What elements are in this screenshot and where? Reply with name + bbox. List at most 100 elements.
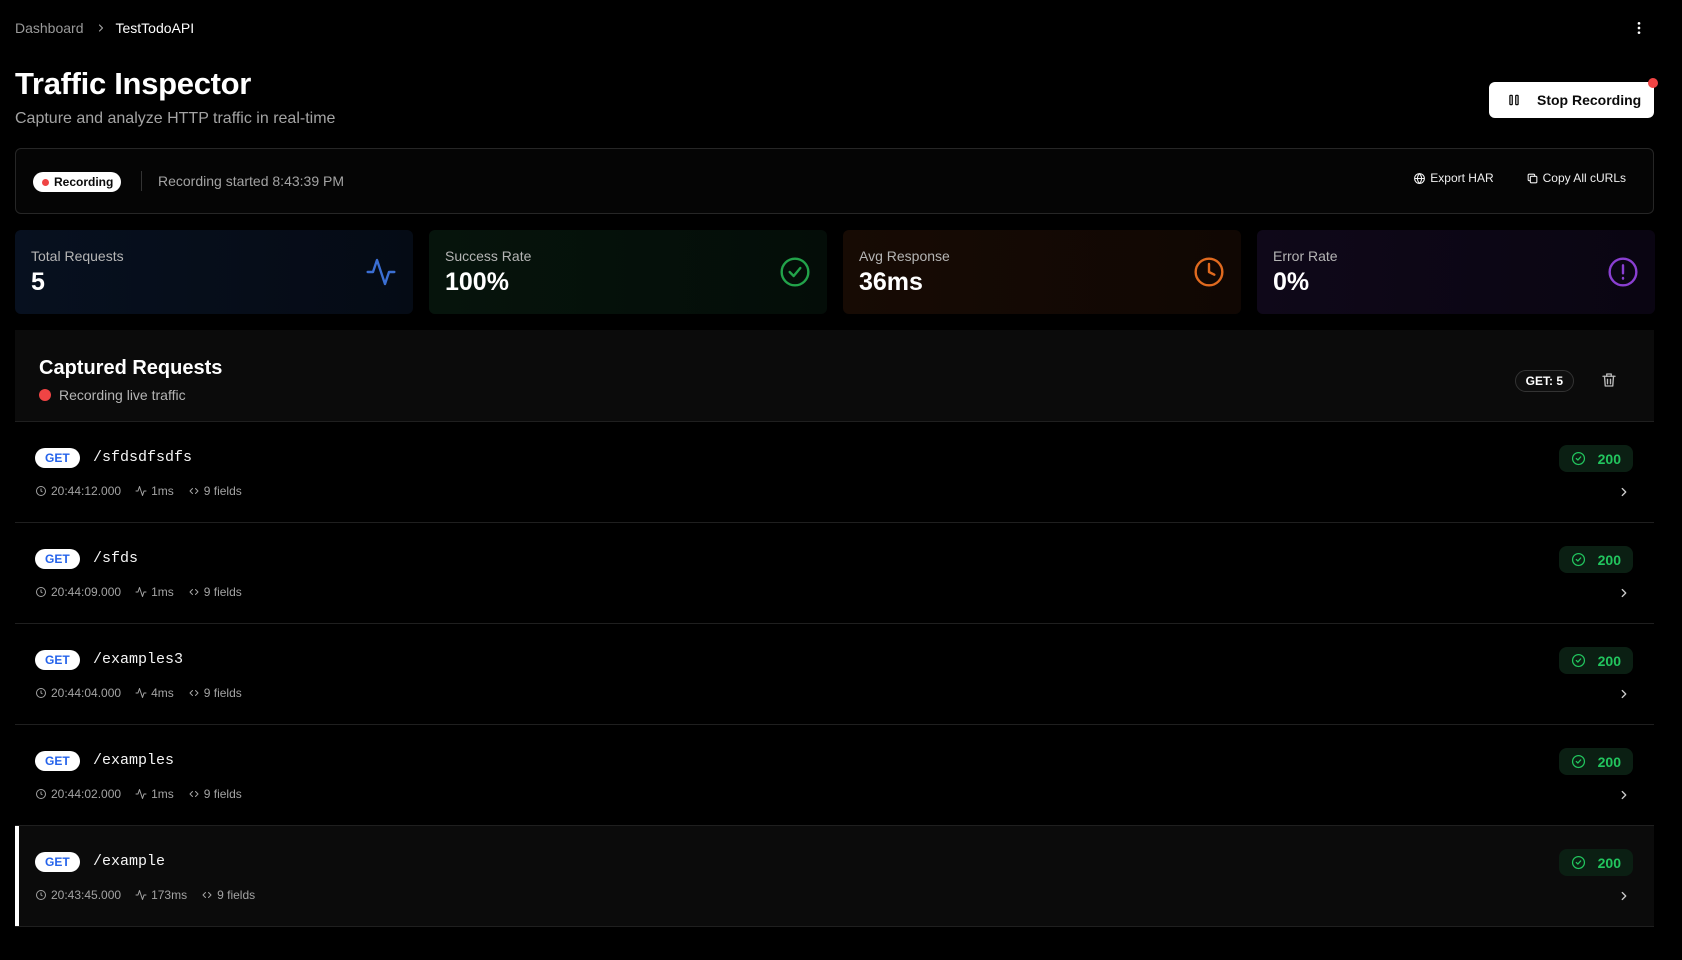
status-code: 200 <box>1597 551 1621 568</box>
breadcrumb-dashboard[interactable]: Dashboard <box>15 20 84 36</box>
stop-recording-button[interactable]: Stop Recording <box>1489 78 1658 118</box>
stat-success-rate: Success Rate 100% <box>429 230 827 314</box>
stat-label: Avg Response <box>859 248 950 264</box>
activity-icon <box>135 788 147 800</box>
stat-avg-response: Avg Response 36ms <box>843 230 1241 314</box>
request-path: /sfds <box>93 550 139 567</box>
stat-value: 0% <box>1273 268 1310 296</box>
live-status: Recording live traffic <box>39 387 186 403</box>
request-duration: 173ms <box>135 888 187 902</box>
request-duration-label: 4ms <box>151 686 174 700</box>
pause-icon <box>1507 93 1521 107</box>
check-circle-icon <box>779 256 811 288</box>
check-circle-icon <box>1571 855 1586 870</box>
stat-label: Total Requests <box>31 248 124 264</box>
request-meta: 20:44:09.000 1ms 9 fields <box>35 585 242 599</box>
recording-dot <box>42 178 49 186</box>
method-badge: GET <box>35 448 80 468</box>
request-row[interactable]: GET /examples 20:44:02.000 1ms 9 fields <box>15 725 1654 826</box>
globe-icon <box>1413 172 1426 185</box>
chevron-right-icon[interactable] <box>1617 889 1631 903</box>
request-time-label: 20:44:04.000 <box>51 686 122 700</box>
request-duration-label: 1ms <box>151 484 174 498</box>
divider <box>141 171 142 191</box>
request-fields: 9 fields <box>188 787 242 801</box>
trash-icon[interactable] <box>1600 371 1620 391</box>
status-code: 200 <box>1597 450 1621 467</box>
request-time: 20:44:09.000 <box>35 585 121 599</box>
recording-badge-label: Recording <box>54 175 114 189</box>
stop-recording-label: Stop Recording <box>1537 92 1642 108</box>
request-time-label: 20:43:45.000 <box>51 888 122 902</box>
clock-icon <box>35 586 47 598</box>
captured-requests-title: Captured Requests <box>39 357 223 379</box>
request-time-label: 20:44:02.000 <box>51 787 122 801</box>
status-badge: 200 <box>1558 647 1633 674</box>
code-icon <box>188 586 200 598</box>
status-badge: 200 <box>1558 849 1633 876</box>
stat-error-rate: Error Rate 0% <box>1257 230 1655 314</box>
alert-circle-icon <box>1607 256 1639 288</box>
request-fields: 9 fields <box>201 888 255 902</box>
code-icon <box>201 889 213 901</box>
clock-icon <box>35 687 47 699</box>
export-har-button[interactable]: Export HAR <box>1413 171 1494 185</box>
captured-requests-header: Captured Requests Recording live traffic… <box>15 330 1654 422</box>
check-circle-icon <box>1571 653 1586 668</box>
request-time: 20:43:45.000 <box>35 888 121 902</box>
code-icon <box>188 788 200 800</box>
recording-actions: Export HAR Copy All cURLs <box>1413 171 1626 185</box>
request-row[interactable]: GET /sfds 20:44:09.000 1ms 9 fields 200 <box>15 523 1654 624</box>
stat-label: Success Rate <box>445 248 532 264</box>
request-fields-label: 9 fields <box>203 484 242 498</box>
request-path: /sfdsdfsdfs <box>93 449 193 466</box>
clock-icon <box>35 788 47 800</box>
activity-icon <box>365 256 397 288</box>
chevron-right-icon[interactable] <box>1617 788 1631 802</box>
request-path: /examples3 <box>93 651 184 668</box>
method-count-badge: GET: 5 <box>1514 370 1574 392</box>
stat-value: 100% <box>445 268 509 296</box>
request-fields-label: 9 fields <box>203 686 242 700</box>
clock-icon <box>1193 256 1225 288</box>
stat-total-requests: Total Requests 5 <box>15 230 413 314</box>
request-duration-label: 1ms <box>151 787 174 801</box>
more-vertical-icon[interactable] <box>1629 18 1649 38</box>
chevron-right-icon[interactable] <box>1617 485 1631 499</box>
status-badge: 200 <box>1558 546 1633 573</box>
chevron-right-icon[interactable] <box>1617 586 1631 600</box>
live-dot <box>39 389 51 401</box>
request-duration: 1ms <box>135 484 174 498</box>
request-row[interactable]: GET /examples3 20:44:04.000 4ms 9 fields <box>15 624 1654 725</box>
request-meta: 20:44:02.000 1ms 9 fields <box>35 787 242 801</box>
activity-icon <box>135 687 147 699</box>
copy-all-curls-button[interactable]: Copy All cURLs <box>1526 171 1626 185</box>
export-har-label: Export HAR <box>1430 171 1494 185</box>
request-fields-label: 9 fields <box>203 787 242 801</box>
recording-badge: Recording <box>33 172 122 192</box>
request-row[interactable]: GET /example 20:43:45.000 173ms 9 fields <box>15 826 1654 927</box>
request-duration: 1ms <box>135 787 174 801</box>
request-fields: 9 fields <box>188 686 242 700</box>
copy-all-curls-label: Copy All cURLs <box>1542 171 1626 185</box>
clock-icon <box>35 889 47 901</box>
method-badge: GET <box>35 751 80 771</box>
request-duration-label: 1ms <box>151 585 174 599</box>
request-duration: 1ms <box>135 585 174 599</box>
request-row[interactable]: GET /sfdsdfsdfs 20:44:12.000 1ms 9 field… <box>15 422 1654 523</box>
chevron-right-icon[interactable] <box>1617 687 1631 701</box>
request-duration: 4ms <box>135 686 174 700</box>
recording-bar: Recording Recording started 8:43:39 PM E… <box>15 148 1654 214</box>
activity-icon <box>135 485 147 497</box>
request-fields: 9 fields <box>188 585 242 599</box>
chevron-right-icon <box>95 22 107 34</box>
request-time: 20:44:04.000 <box>35 686 121 700</box>
code-icon <box>188 485 200 497</box>
request-time: 20:44:02.000 <box>35 787 121 801</box>
request-time-label: 20:44:09.000 <box>51 585 122 599</box>
status-code: 200 <box>1597 753 1621 770</box>
request-fields: 9 fields <box>188 484 242 498</box>
request-time: 20:44:12.000 <box>35 484 121 498</box>
page-subtitle: Capture and analyze HTTP traffic in real… <box>15 110 336 127</box>
request-fields-label: 9 fields <box>217 888 256 902</box>
